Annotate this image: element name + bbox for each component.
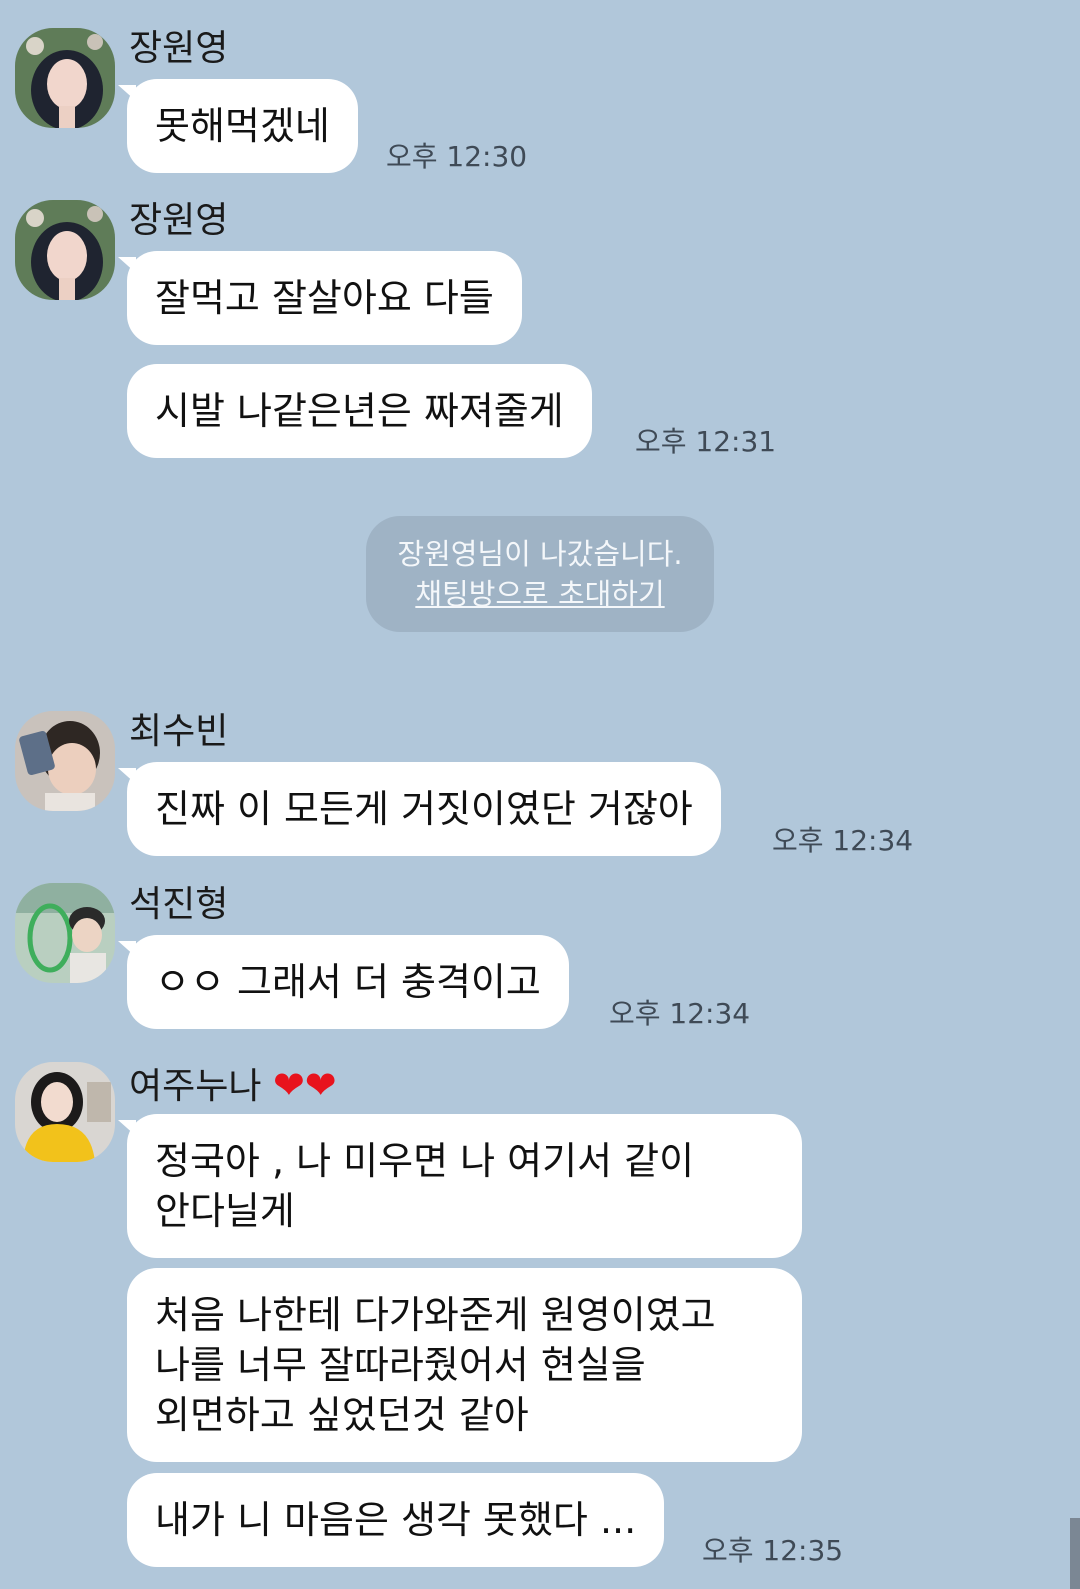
avatar[interactable] <box>15 28 115 128</box>
avatar[interactable] <box>15 200 115 300</box>
system-notice: 장원영님이 나갔습니다. 채팅방으로 초대하기 <box>366 516 714 632</box>
profile-photo-icon <box>15 883 115 983</box>
message-bubble[interactable]: 시발 나같은년은 짜져줄게 <box>127 364 592 458</box>
heart-icon: ❤❤ <box>272 1063 337 1107</box>
invite-link[interactable]: 채팅방으로 초대하기 <box>366 574 714 614</box>
profile-photo-icon <box>15 1062 115 1162</box>
avatar[interactable] <box>15 1062 115 1162</box>
message-time: 오후 12:34 <box>609 997 751 1030</box>
sender-name: 장원영 <box>129 28 229 69</box>
sender-name: 장원영 <box>129 200 229 241</box>
avatar[interactable] <box>15 883 115 983</box>
profile-photo-icon <box>15 200 115 300</box>
message-text: 정국아 , 나 미우면 나 여기서 같이 안다닐게 <box>155 1139 695 1233</box>
message-time: 오후 12:34 <box>772 824 914 857</box>
message-time: 오후 12:30 <box>386 140 528 173</box>
sender-name-text: 여주누나 <box>129 1066 262 1107</box>
scrollbar[interactable] <box>1070 1518 1080 1589</box>
message-time: 오후 12:31 <box>635 425 777 458</box>
notice-text: 장원영님이 나갔습니다. <box>397 537 683 571</box>
message-text: 처음 나한테 다가와준게 원영이였고 나를 너무 잘따라줬어서 현실을 외면하고… <box>155 1293 716 1437</box>
sender-name: 최수빈 <box>129 711 229 752</box>
profile-photo-icon <box>15 28 115 128</box>
message-bubble[interactable]: 못해먹겠네 <box>118 79 358 173</box>
message-time: 오후 12:35 <box>702 1534 844 1567</box>
message-bubble[interactable]: 잘먹고 잘살아요 다들 <box>118 251 522 345</box>
sender-name: 석진형 <box>129 884 229 925</box>
sender-name: 여주누나 ❤❤ <box>129 1066 337 1105</box>
message-bubble[interactable]: 처음 나한테 다가와준게 원영이였고 나를 너무 잘따라줬어서 현실을 외면하고… <box>127 1268 802 1462</box>
message-bubble[interactable]: 내가 니 마음은 생각 못했다 ... <box>127 1473 665 1567</box>
message-bubble[interactable]: 정국아 , 나 미우면 나 여기서 같이 안다닐게 <box>118 1114 802 1258</box>
message-bubble[interactable]: 진짜 이 모든게 거짓이였단 거잖아 <box>118 762 721 856</box>
avatar[interactable] <box>15 711 115 811</box>
message-bubble[interactable]: ㅇㅇ 그래서 더 충격이고 <box>118 935 569 1029</box>
profile-photo-icon <box>15 711 115 811</box>
chat-room: 장원영 못해먹겠네 오후 12:30 장원영 잘먹고 잘살아요 다들 시발 나같… <box>0 0 1080 1589</box>
